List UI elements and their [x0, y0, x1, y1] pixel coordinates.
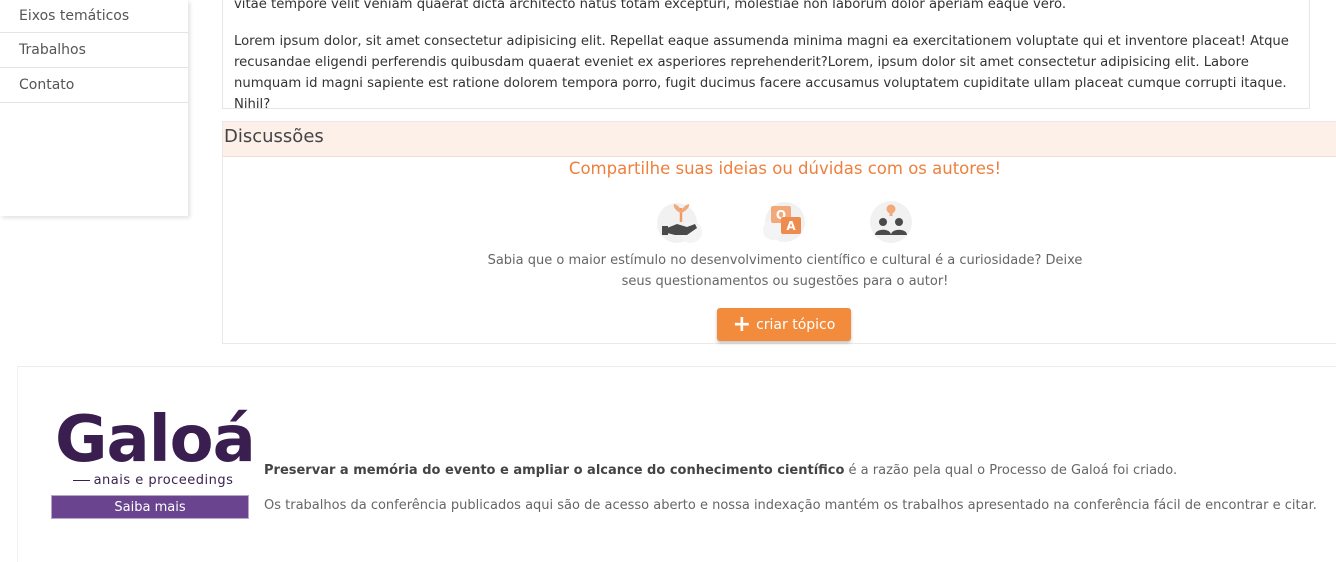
discussions-description: Sabia que o maior estímulo no desenvolvi…: [487, 253, 1083, 289]
sidebar-item-trabalhos[interactable]: Trabalhos: [0, 33, 188, 68]
footer-mission-rest: é a razão pela qual o Processo de Galoá …: [844, 463, 1178, 478]
discussions-panel: Discussões Compartilhe suas ideias ou dú…: [222, 121, 1336, 344]
article-body: vitae tempore velit veniam quaerat dicta…: [222, 0, 1310, 112]
sidebar-item-contato[interactable]: Contato: [0, 68, 188, 103]
logo-subtitle-text: anais e proceedings: [93, 473, 234, 488]
sidebar: Eixos temáticos Trabalhos Contato: [0, 0, 188, 216]
saiba-mais-button[interactable]: Saiba mais: [51, 495, 249, 519]
sidebar-item-label: Trabalhos: [19, 42, 86, 58]
article-paragraph: vitae tempore velit veniam quaerat dicta…: [234, 0, 1067, 12]
sidebar-item-label: Contato: [19, 77, 75, 93]
svg-text:A: A: [786, 219, 796, 233]
article-paragraph: Lorem ipsum dolor, sit amet consectetur …: [234, 34, 1289, 112]
footer: Galoá anais e proceedings Saiba mais Pre…: [17, 366, 1336, 562]
discussions-title: Discussões: [223, 122, 1336, 157]
discussion-icons: Q A: [653, 198, 918, 248]
footer-mission-bold: Preservar a memória do evento e ampliar …: [264, 463, 845, 478]
sidebar-item-label: Eixos temáticos: [19, 8, 130, 24]
discussions-invite: Compartilhe suas ideias ou dúvidas com o…: [568, 159, 1002, 178]
galoa-logo: Galoá: [55, 403, 256, 477]
dash-left: [72, 479, 90, 482]
hand-plant-icon: [657, 203, 702, 243]
footer-mission-text: Preservar a memória do evento e ampliar …: [264, 463, 1177, 478]
q-and-a-icon: Q A: [763, 202, 805, 242]
people-idea-icon: [870, 201, 912, 243]
create-topic-button[interactable]: + criar tópico: [717, 308, 851, 341]
create-topic-label: criar tópico: [756, 316, 836, 333]
plus-icon: +: [732, 311, 752, 337]
sidebar-item-eixos-tematicos[interactable]: Eixos temáticos: [0, 0, 188, 33]
footer-access-text: Os trabalhos da conferência publicados a…: [264, 498, 1317, 513]
